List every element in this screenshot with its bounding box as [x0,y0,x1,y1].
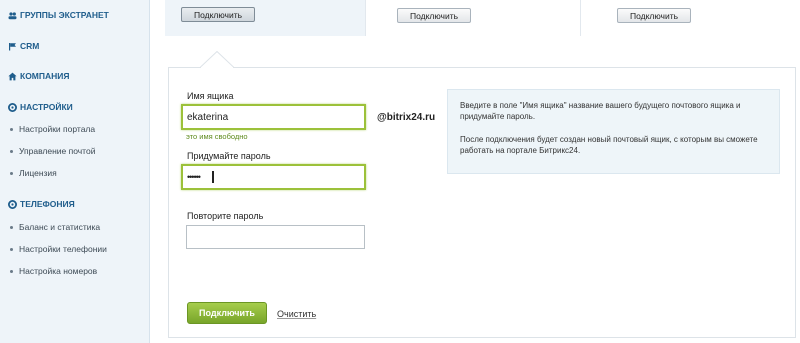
connect-button-active[interactable]: Подключить [181,7,255,22]
panel-pointer [200,51,234,68]
sidebar-item-number-settings[interactable]: Настройка номеров [10,266,97,276]
bullet-icon [10,225,13,229]
bullet-icon [10,149,13,153]
mailbox-label: Имя ящика [187,91,234,101]
password-input[interactable]: •••••• [181,164,366,190]
mailbox-input[interactable]: ekaterina [181,104,366,130]
sidebar: ГРУППЫ ЭКСТРАНЕТ CRM КОМПАНИЯ НАСТРОЙКИ … [0,0,150,343]
repeat-password-input[interactable] [186,225,365,249]
connect-button[interactable]: Подключить [617,8,691,23]
people-icon [8,11,17,20]
sidebar-section-label: КОМПАНИЯ [20,71,70,81]
password-label: Придумайте пароль [187,151,271,161]
column-divider [580,0,581,36]
sidebar-section-company[interactable]: КОМПАНИЯ [8,71,70,81]
instructions-paragraph: После подключения будет создан новый поч… [460,135,758,155]
instructions-box: Введите в поле "Имя ящика" название ваше… [447,89,780,174]
bullet-icon [10,247,13,251]
sidebar-section-label: ТЕЛЕФОНИЯ [20,199,75,209]
sidebar-section-extranet[interactable]: ГРУППЫ ЭКСТРАНЕТ [8,10,109,20]
sidebar-item-mail-management[interactable]: Управление почтой [10,146,95,156]
column-divider [365,0,366,36]
connect-submit-button[interactable]: Подключить [187,302,267,324]
sidebar-section-settings[interactable]: НАСТРОЙКИ [8,102,73,112]
sidebar-item-balance[interactable]: Баланс и статистика [10,222,100,232]
sidebar-item-telephony-settings[interactable]: Настройки телефонии [10,244,107,254]
sidebar-item-license[interactable]: Лицензия [10,168,57,178]
bullet-icon [10,171,13,175]
sidebar-section-label: НАСТРОЙКИ [20,102,73,112]
phone-icon [8,199,17,209]
mailbox-availability-hint: это имя свободно [186,132,248,141]
settings-icon [8,102,17,112]
connect-button[interactable]: Подключить [397,8,471,23]
instructions-paragraph: Введите в поле "Имя ящика" название ваше… [460,101,741,121]
sidebar-section-telephony[interactable]: ТЕЛЕФОНИЯ [8,199,75,209]
bullet-icon [10,127,13,131]
sidebar-item-portal-settings[interactable]: Настройки портала [10,124,95,134]
text-cursor [212,171,214,183]
sidebar-section-label: ГРУППЫ ЭКСТРАНЕТ [20,10,109,20]
mailbox-domain: @bitrix24.ru [377,112,436,123]
clear-link[interactable]: Очистить [277,309,316,319]
bullet-icon [10,269,13,273]
repeat-password-label: Повторите пароль [187,211,264,221]
flag-icon [8,42,17,51]
home-icon [8,72,17,81]
sidebar-section-crm[interactable]: CRM [8,41,39,51]
sidebar-section-label: CRM [20,41,40,51]
